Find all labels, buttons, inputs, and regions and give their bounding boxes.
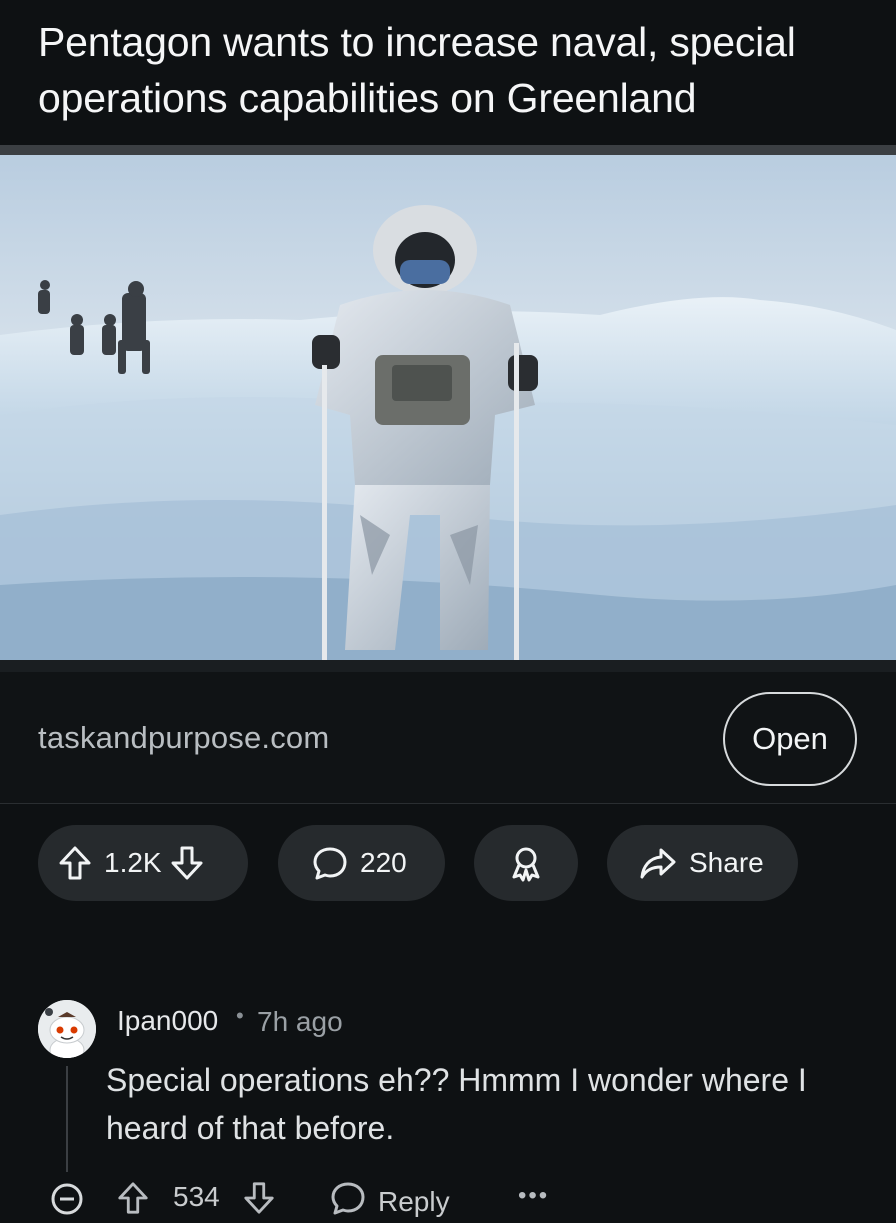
award-button[interactable] <box>474 825 578 901</box>
avatar[interactable] <box>38 1000 96 1058</box>
reply-button[interactable]: Reply <box>330 1180 450 1223</box>
comment-score: 534 <box>173 1181 220 1212</box>
link-preview[interactable]: taskandpurpose.com Open <box>0 672 896 804</box>
post-title[interactable]: Pentagon wants to increase naval, specia… <box>38 14 868 126</box>
post-actions: 1.2K 220 Share <box>0 825 896 901</box>
comment-author[interactable]: Ipan000 <box>117 1005 218 1037</box>
more-options-button[interactable]: ••• <box>518 1182 549 1210</box>
share-label: Share <box>689 847 764 878</box>
link-domain[interactable]: taskandpurpose.com <box>38 720 329 756</box>
collapse-icon[interactable] <box>50 1182 84 1223</box>
comment-downvote-icon[interactable] <box>242 1181 276 1222</box>
comment-icon <box>312 845 348 881</box>
post-header: Pentagon wants to increase naval, specia… <box>0 0 896 145</box>
award-icon <box>508 844 544 882</box>
arctic-soldier-image <box>0 155 896 660</box>
thread-line <box>66 1066 68 1172</box>
vote-pill: 1.2K <box>38 825 248 901</box>
upvote-icon[interactable] <box>58 845 92 881</box>
image-footer-strip <box>0 660 896 672</box>
share-button[interactable]: Share <box>607 825 798 901</box>
comment-timestamp: 7h ago <box>257 1006 343 1037</box>
comment-actions: 534 Reply ••• <box>0 1172 896 1223</box>
reply-icon <box>330 1180 366 1223</box>
divider <box>0 145 896 155</box>
downvote-icon[interactable] <box>170 845 204 881</box>
comment-upvote-icon[interactable] <box>116 1181 150 1222</box>
snoo-avatar-icon <box>38 1000 96 1058</box>
comments-button[interactable]: 220 <box>278 825 445 901</box>
comment-body: Special operations eh?? Hmmm I wonder wh… <box>106 1062 807 1146</box>
post-image[interactable] <box>0 155 896 660</box>
meta-separator: • <box>236 1003 244 1028</box>
reply-label: Reply <box>378 1185 450 1217</box>
open-link-button[interactable]: Open <box>723 692 857 786</box>
share-icon <box>639 846 677 880</box>
post-score: 1.2K <box>104 847 162 878</box>
comment-count: 220 <box>360 847 407 878</box>
